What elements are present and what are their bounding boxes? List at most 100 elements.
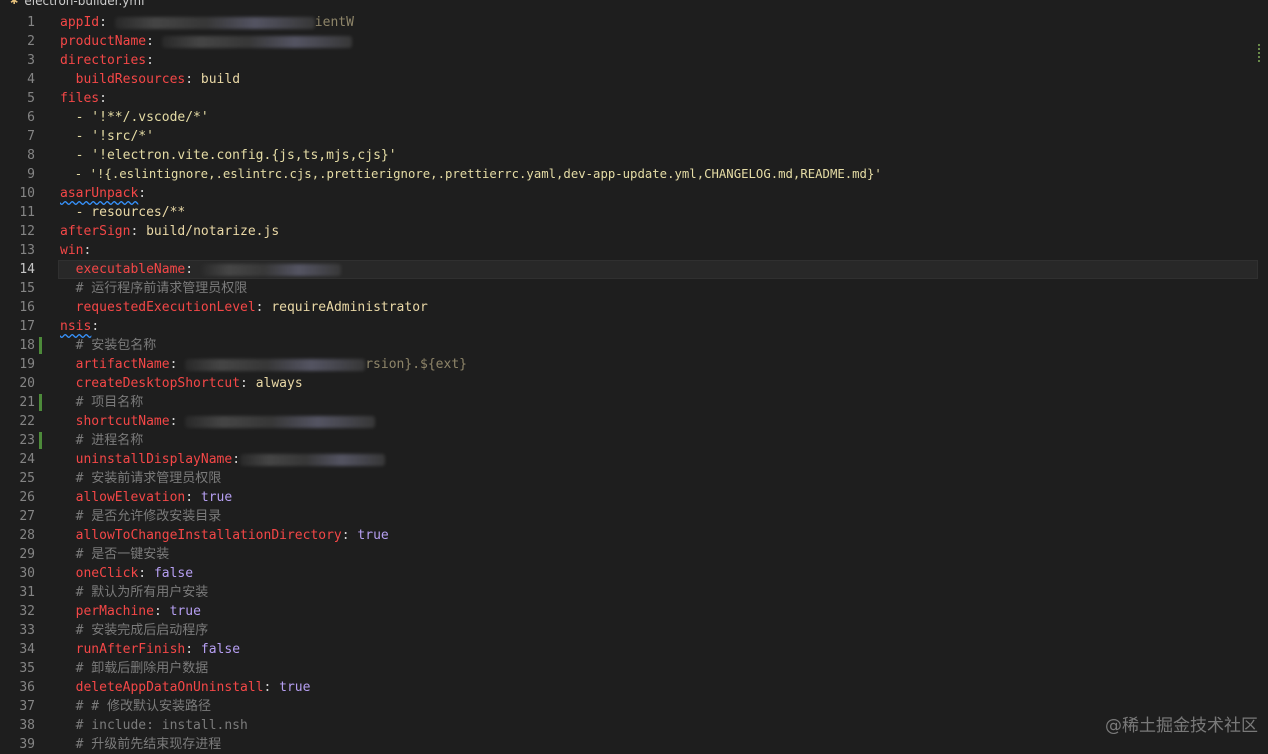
yaml-comment: # 安装完成后启动程序 bbox=[60, 623, 209, 638]
line-number: 26 bbox=[19, 490, 35, 505]
code-line: 2 productName: bbox=[0, 32, 1268, 51]
partial-value: rsion}.${ext} bbox=[365, 357, 467, 372]
yaml-key: createDesktopShortcut bbox=[75, 376, 241, 391]
line-content: uninstallDisplayName: bbox=[35, 450, 386, 469]
yaml-list-item: - '!electron.vite.config.{js,ts,mjs,cjs}… bbox=[60, 148, 397, 163]
tab-filename: electron-builder.yml bbox=[24, 0, 145, 8]
yaml-boolean: true bbox=[279, 680, 311, 695]
yaml-separator: : bbox=[130, 224, 147, 239]
yaml-key: runAfterFinish bbox=[75, 642, 186, 657]
yaml-key: asarUnpack bbox=[60, 186, 139, 201]
line-number: 22 bbox=[19, 414, 35, 429]
line-number: 28 bbox=[19, 528, 35, 543]
yaml-key: shortcutName bbox=[75, 414, 170, 429]
line-number: 11 bbox=[19, 205, 35, 220]
yaml-key: afterSign bbox=[60, 224, 131, 239]
line-number: 10 bbox=[19, 186, 35, 201]
redacted-value bbox=[240, 453, 386, 466]
yaml-key: appId bbox=[60, 15, 100, 30]
yaml-value: build bbox=[200, 72, 241, 87]
line-content: directories: bbox=[35, 51, 154, 70]
code-line: 22 shortcutName: bbox=[0, 412, 1268, 431]
line-content: afterSign: build/notarize.js bbox=[35, 222, 279, 241]
redacted-value bbox=[114, 16, 315, 29]
line-content: - '!{.eslintignore,.eslintrc.cjs,.pretti… bbox=[35, 165, 882, 184]
yaml-separator: : bbox=[146, 53, 154, 68]
line-number: 38 bbox=[19, 718, 35, 733]
yaml-key: buildResources bbox=[75, 72, 186, 87]
line-content: appId: ientW bbox=[35, 13, 354, 32]
yaml-comment: # 卸载后删除用户数据 bbox=[60, 661, 209, 676]
line-content: # 默认为所有用户安装 bbox=[35, 583, 209, 602]
code-line: 35 # 卸载后删除用户数据 bbox=[0, 659, 1268, 678]
line-content: # 卸载后删除用户数据 bbox=[35, 659, 209, 678]
line-number: 21 bbox=[19, 395, 35, 410]
line-content: nsis: bbox=[35, 317, 99, 336]
yaml-value: always bbox=[255, 376, 303, 391]
line-content: createDesktopShortcut: always bbox=[35, 374, 303, 393]
code-line: 13 win: bbox=[0, 241, 1268, 260]
line-number: 14 bbox=[19, 262, 35, 277]
yaml-key: allowToChangeInstallationDirectory bbox=[75, 528, 342, 543]
yaml-comment: # 是否允许修改安装目录 bbox=[60, 509, 222, 524]
yaml-separator: : bbox=[341, 528, 358, 543]
yaml-separator: : bbox=[138, 566, 154, 581]
yaml-boolean: true bbox=[357, 528, 389, 543]
code-line: 29 # 是否一键安装 bbox=[0, 545, 1268, 564]
yaml-separator: : bbox=[255, 300, 272, 315]
yaml-value: requireAdministrator bbox=[271, 300, 428, 315]
yaml-separator: : bbox=[99, 15, 115, 30]
watermark: @稀土掘金技术社区 bbox=[1105, 716, 1258, 736]
yaml-separator: : bbox=[169, 357, 186, 372]
line-number: 32 bbox=[19, 604, 35, 619]
line-content: deleteAppDataOnUninstall: true bbox=[35, 678, 311, 697]
yaml-comment: # 默认为所有用户安装 bbox=[60, 585, 209, 600]
line-number: 7 bbox=[27, 129, 35, 144]
code-line: 7 - '!src/*' bbox=[0, 127, 1268, 146]
yaml-key: oneClick bbox=[75, 566, 139, 581]
line-content: requestedExecutionLevel: requireAdminist… bbox=[35, 298, 428, 317]
line-content: - '!src/*' bbox=[35, 127, 154, 146]
line-number: 25 bbox=[19, 471, 35, 486]
line-number: 36 bbox=[19, 680, 35, 695]
line-number: 9 bbox=[27, 167, 35, 182]
redacted-value bbox=[185, 358, 366, 371]
overview-ruler-marker[interactable] bbox=[1258, 44, 1262, 62]
editor-tab[interactable]: ✱ electron-builder.yml bbox=[0, 0, 144, 8]
yaml-comment: # # 修改默认安装路径 bbox=[60, 699, 211, 714]
code-line: 25 # 安装前请求管理员权限 bbox=[0, 469, 1268, 488]
line-content: # include: install.nsh bbox=[35, 716, 248, 735]
yaml-comment: # 升级前先结束现存进程 bbox=[60, 737, 222, 752]
yaml-key: executableName bbox=[75, 262, 186, 277]
line-content: # 是否允许修改安装目录 bbox=[35, 507, 222, 526]
line-number: 31 bbox=[19, 585, 35, 600]
yaml-key: win bbox=[60, 243, 84, 258]
yaml-separator: : bbox=[169, 414, 186, 429]
line-content: - resources/** bbox=[35, 203, 186, 222]
code-line: 27 # 是否允许修改安装目录 bbox=[0, 507, 1268, 526]
yaml-separator: : bbox=[263, 680, 280, 695]
line-content: asarUnpack: bbox=[35, 184, 146, 203]
line-number: 18 bbox=[19, 338, 35, 353]
line-content: # # 修改默认安装路径 bbox=[35, 697, 211, 716]
line-number: 2 bbox=[27, 34, 35, 49]
line-number: 39 bbox=[19, 737, 35, 752]
code-line: 4 buildResources: build bbox=[0, 70, 1268, 89]
code-line: 34 runAfterFinish: false bbox=[0, 640, 1268, 659]
code-line: 8 - '!electron.vite.config.{js,ts,mjs,cj… bbox=[0, 146, 1268, 165]
yaml-boolean: false bbox=[200, 642, 241, 657]
redacted-value bbox=[185, 415, 376, 428]
yaml-boolean: true bbox=[169, 604, 201, 619]
code-line: 37 # # 修改默认安装路径 bbox=[0, 697, 1268, 716]
yaml-key: uninstallDisplayName bbox=[75, 452, 233, 467]
yaml-comment: # 项目名称 bbox=[60, 395, 144, 410]
line-number: 27 bbox=[19, 509, 35, 524]
line-number: 34 bbox=[19, 642, 35, 657]
code-editor[interactable]: 1 appId: ientW 2 productName: 3 director… bbox=[0, 13, 1268, 754]
code-line: 5 files: bbox=[0, 89, 1268, 108]
